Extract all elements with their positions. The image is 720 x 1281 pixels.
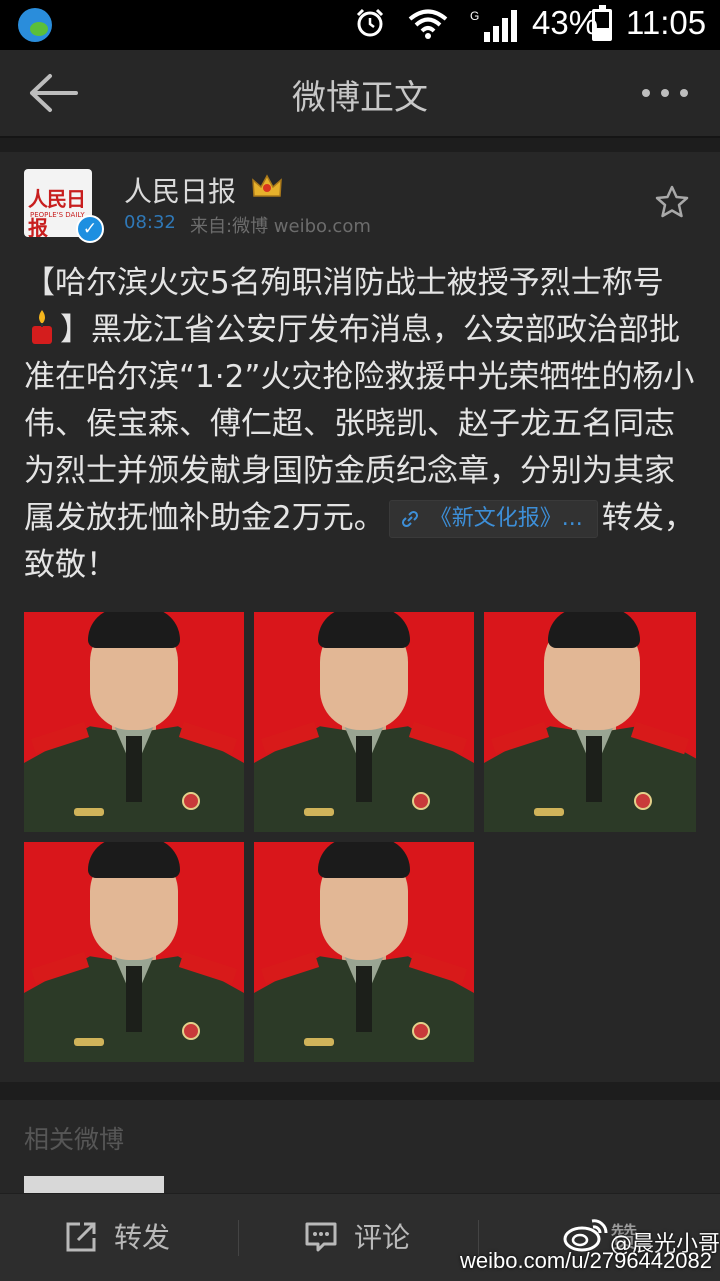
post-photo[interactable] (254, 842, 474, 1062)
comment-button[interactable]: 评论 (354, 1216, 410, 1256)
article-link[interactable]: 《新文化报》... (388, 500, 598, 538)
verified-badge-icon: ✓ (76, 215, 104, 243)
post-source: 来自:微博 weibo.com (190, 216, 371, 237)
post-photo[interactable] (254, 612, 474, 832)
post-photo[interactable] (484, 612, 696, 832)
avatar-logo-subtext: PEOPLE'S DAILY (30, 211, 85, 219)
battery-percent: 43% (532, 4, 599, 41)
wifi-icon (408, 9, 448, 39)
related-title: 相关微博 (24, 1125, 125, 1154)
status-bar: G 43% 11:05 (0, 0, 720, 50)
browser-globe-icon (18, 8, 52, 42)
article-link-label: 《新文化报》... (429, 506, 583, 531)
crown-icon (252, 174, 282, 197)
author-name[interactable]: 人民日报 (124, 170, 236, 210)
cell-signal-icon: G (470, 9, 517, 42)
title-bar: 微博正文 (0, 50, 720, 138)
post-text-headline: 【哈尔滨火灾5名殉职消防战士被授予烈士称号 (24, 265, 664, 301)
candle-emoji-icon (32, 310, 52, 344)
link-icon (401, 510, 418, 528)
post-time: 08:32 (124, 212, 176, 233)
watermark-url: weibo.com/u/2796442082 (460, 1248, 712, 1273)
post-body: 【哈尔滨火灾5名殉职消防战士被授予烈士称号 】黑龙江省公安厅发布消息，公安部政治… (24, 260, 696, 589)
post-card: 人民日报 PEOPLE'S DAILY ✓ 人民日报 08:32 来自:微博 w… (0, 152, 720, 1082)
clock-time: 11:05 (626, 4, 707, 41)
repost-icon[interactable] (64, 1220, 98, 1254)
repost-button[interactable]: 转发 (114, 1216, 170, 1256)
battery-icon (592, 5, 612, 41)
more-options-icon[interactable] (640, 86, 690, 100)
page-title: 微博正文 (292, 78, 428, 118)
alarm-clock-icon (356, 8, 384, 37)
post-photo[interactable] (24, 842, 244, 1062)
comment-icon[interactable] (304, 1220, 338, 1254)
post-photo[interactable] (24, 612, 244, 832)
svg-text:G: G (470, 9, 479, 23)
favorite-star-icon[interactable] (654, 184, 690, 220)
weibo-logo-icon (563, 1219, 608, 1252)
